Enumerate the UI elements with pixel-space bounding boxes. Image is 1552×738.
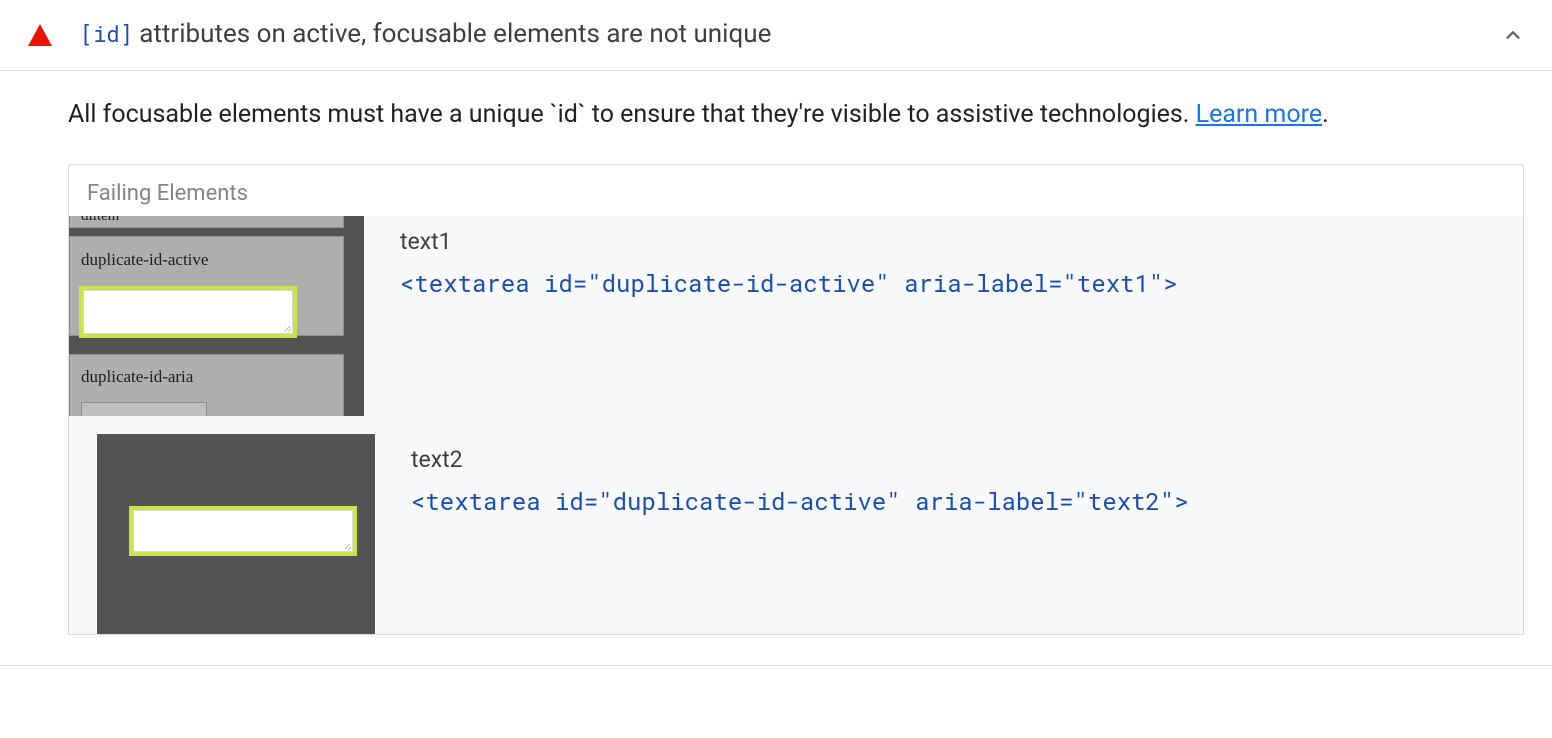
audit-description: All focusable elements must have a uniqu… [68,97,1524,132]
audit-item: [id] attributes on active, focusable ele… [0,0,1552,666]
failing-element-info: text2 <textarea id="duplicate-id-active"… [411,434,1523,517]
learn-more-link[interactable]: Learn more [1196,100,1322,129]
audit-description-period: . [1322,100,1329,129]
element-thumbnail [97,434,375,634]
audit-title-text: attributes on active, focusable elements… [133,19,772,49]
failing-elements-panel: Failing Elements dlitem duplicate-id-act… [68,164,1524,635]
failing-element-code: <textarea id="duplicate-id-active" aria-… [411,485,1523,517]
thumb-highlight-front [129,506,357,556]
chevron-up-icon [1502,24,1524,46]
error-triangle-icon [28,24,52,46]
audit-title-code: [id] [80,19,133,48]
failing-element-label: text2 [411,446,1523,473]
failing-element-code: <textarea id="duplicate-id-active" aria-… [400,267,1523,299]
failing-element-row[interactable]: dlitem duplicate-id-active duplicate-id-… [69,216,1523,416]
audit-body: All focusable elements must have a uniqu… [0,71,1552,665]
element-thumbnail: dlitem duplicate-id-active duplicate-id-… [69,216,364,416]
audit-header-toggle[interactable]: [id] attributes on active, focusable ele… [0,0,1552,71]
failing-element-label: text1 [400,228,1523,255]
audit-title: [id] attributes on active, focusable ele… [80,18,1502,52]
audit-description-text: All focusable elements must have a uniqu… [68,100,1196,129]
failing-element-info: text1 <textarea id="duplicate-id-active"… [400,216,1523,299]
failing-elements-list: dlitem duplicate-id-active duplicate-id-… [69,216,1523,634]
failing-element-row[interactable]: text2 <textarea id="duplicate-id-active"… [69,434,1523,634]
thumb-highlight-front [79,286,297,338]
failing-elements-title: Failing Elements [69,165,1523,216]
